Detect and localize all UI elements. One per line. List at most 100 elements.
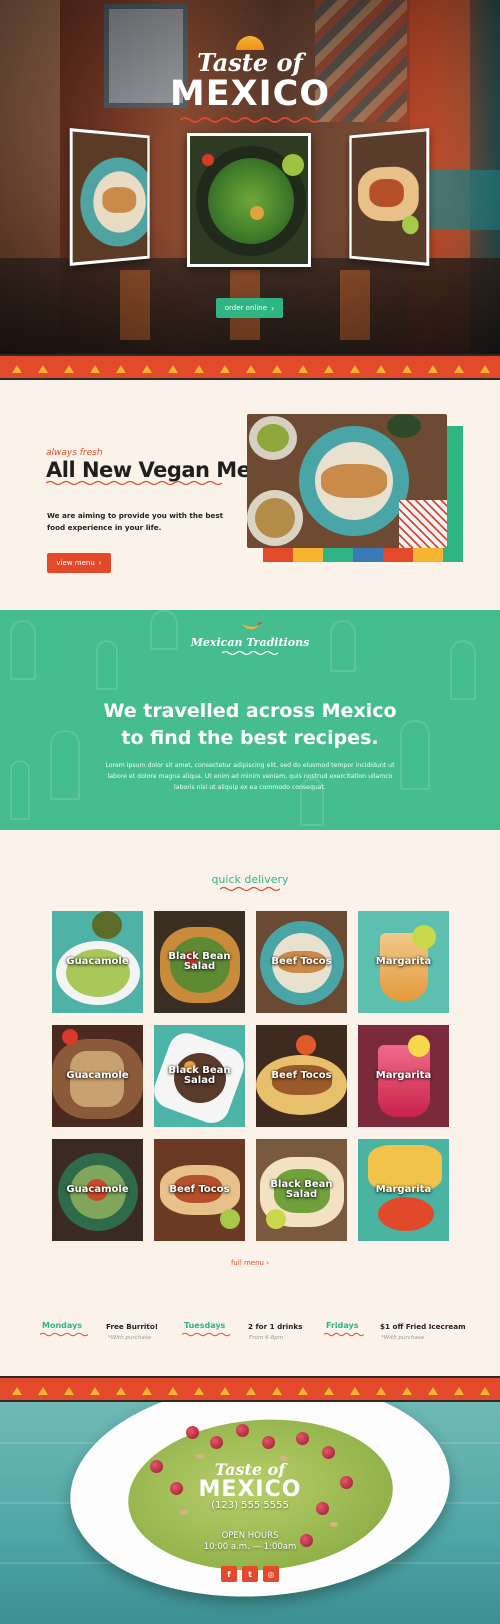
menu-tile[interactable]: Black Bean Salad <box>256 1139 347 1241</box>
diamond-icon <box>363 1386 373 1396</box>
pomegranate-seed <box>322 1446 335 1459</box>
pumpkin-seed <box>196 1454 204 1459</box>
diamond-icon <box>207 364 217 374</box>
footer-phone[interactable]: (123) 555 5555 <box>0 1500 500 1511</box>
triangle-icon <box>350 1387 360 1395</box>
special-day-monday: Mondays <box>42 1321 83 1330</box>
triangle-icon <box>402 1387 412 1395</box>
diamond-icon <box>467 364 477 374</box>
view-menu-button[interactable]: view menu › <box>47 553 111 573</box>
triangle-icon <box>246 1387 256 1395</box>
menu-tile-label: Margarita <box>375 1070 432 1081</box>
triangle-icon <box>194 1387 204 1395</box>
menu-tile[interactable]: Beef Tocos <box>154 1139 245 1241</box>
triangle-icon <box>64 1387 74 1395</box>
menu-tile[interactable]: Beef Tocos <box>256 1025 347 1127</box>
diamond-icon <box>389 1386 399 1396</box>
menu-tile[interactable]: Margarita <box>358 911 449 1013</box>
diamond-icon <box>77 364 87 374</box>
pumpkin-seed <box>330 1522 338 1527</box>
pomegranate-seed <box>262 1436 275 1449</box>
triangle-icon <box>12 1387 22 1395</box>
menu-tile[interactable]: Guacamole <box>52 911 143 1013</box>
diamond-icon <box>103 1386 113 1396</box>
pomegranate-seed <box>236 1424 249 1437</box>
triangle-icon <box>350 365 360 373</box>
menu-tile[interactable]: Guacamole <box>52 1025 143 1127</box>
traditions-heading: We travelled across Mexico to find the b… <box>0 698 500 752</box>
diamond-icon <box>285 1386 295 1396</box>
diamond-icon <box>363 364 373 374</box>
diamond-icon <box>389 364 399 374</box>
menu-tile-label: Margarita <box>375 956 432 967</box>
menu-tile-label: Black Bean Salad <box>270 1179 333 1200</box>
order-online-button[interactable]: order online › <box>216 298 283 318</box>
footer-logo-big-text: MEXICO <box>198 1477 302 1502</box>
diamond-icon <box>25 364 35 374</box>
hero-section: Taste of MEXICO order online › <box>0 0 500 356</box>
triangle-icon <box>428 1387 438 1395</box>
menu-tile[interactable]: Black Bean Salad <box>154 911 245 1013</box>
hero-photo-burrito <box>349 128 430 266</box>
twitter-icon[interactable]: t <box>242 1566 258 1582</box>
pomegranate-seed <box>296 1432 309 1445</box>
footer-hours-label: OPEN HOURS <box>221 1531 279 1541</box>
squiggle-divider-icon <box>182 1332 230 1337</box>
instagram-icon[interactable]: ◎ <box>263 1566 279 1582</box>
decorative-pattern-band <box>0 354 500 380</box>
full-menu-link[interactable]: full menu › <box>0 1259 500 1267</box>
view-menu-label: view menu <box>56 559 95 567</box>
triangle-icon <box>38 365 48 373</box>
triangle-icon <box>272 1387 282 1395</box>
menu-tile-label: Black Bean Salad <box>168 951 231 972</box>
footer-section <box>0 1402 500 1624</box>
menu-tile[interactable]: Beef Tocos <box>256 911 347 1013</box>
triangle-icon <box>298 365 308 373</box>
triangle-icon <box>168 1387 178 1395</box>
vegan-photo-frame <box>247 414 463 564</box>
menu-tile[interactable]: Margarita <box>358 1139 449 1241</box>
chevron-right-icon: › <box>271 303 275 313</box>
diamond-icon <box>233 1386 243 1396</box>
special-day-tuesday: Tuesdays <box>184 1321 226 1330</box>
pomegranate-seed <box>186 1426 199 1439</box>
chevron-right-icon: › <box>98 559 102 567</box>
traditions-body: Lorem ipsum dolor sit amet, consectetur … <box>105 762 395 791</box>
diamond-icon <box>337 364 347 374</box>
diamond-icon <box>25 1386 35 1396</box>
order-online-label: order online <box>224 304 268 312</box>
chevron-right-icon: › <box>266 1259 270 1267</box>
triangle-icon <box>480 365 490 373</box>
facebook-icon[interactable]: f <box>221 1566 237 1582</box>
triangle-icon <box>116 1387 126 1395</box>
diamond-icon <box>233 364 243 374</box>
menu-tile[interactable]: Guacamole <box>52 1139 143 1241</box>
menu-tile[interactable]: Margarita <box>358 1025 449 1127</box>
special-note-tuesday: From 6-8pm <box>249 1335 284 1341</box>
diamond-icon <box>259 364 269 374</box>
diamond-icon <box>493 364 500 374</box>
special-note-friday: *With purchase <box>381 1335 425 1341</box>
triangle-icon <box>142 365 152 373</box>
diamond-icon <box>51 1386 61 1396</box>
triangle-icon <box>116 365 126 373</box>
special-day-friday: Fridays <box>326 1321 359 1330</box>
menu-tile-label: Black Bean Salad <box>168 1065 231 1086</box>
special-deal-friday: $1 off Fried Icecream <box>380 1322 466 1331</box>
cactus-pattern <box>450 640 476 700</box>
squiggle-divider-icon <box>220 886 280 892</box>
triangle-icon <box>428 365 438 373</box>
vegan-title: All New Vegan Menu <box>46 458 280 482</box>
squiggle-divider-icon <box>40 1332 88 1337</box>
menu-tile[interactable]: Black Bean Salad <box>154 1025 245 1127</box>
triangle-icon <box>194 365 204 373</box>
triangle-icon <box>90 1387 100 1395</box>
diamond-icon <box>207 1386 217 1396</box>
triangle-icon <box>246 365 256 373</box>
full-menu-label: full menu <box>230 1259 264 1267</box>
diamond-icon <box>77 1386 87 1396</box>
menu-tile-label: Margarita <box>375 1184 432 1195</box>
diamond-icon <box>337 1386 347 1396</box>
squiggle-divider-icon <box>324 1332 364 1337</box>
diamond-icon <box>311 364 321 374</box>
